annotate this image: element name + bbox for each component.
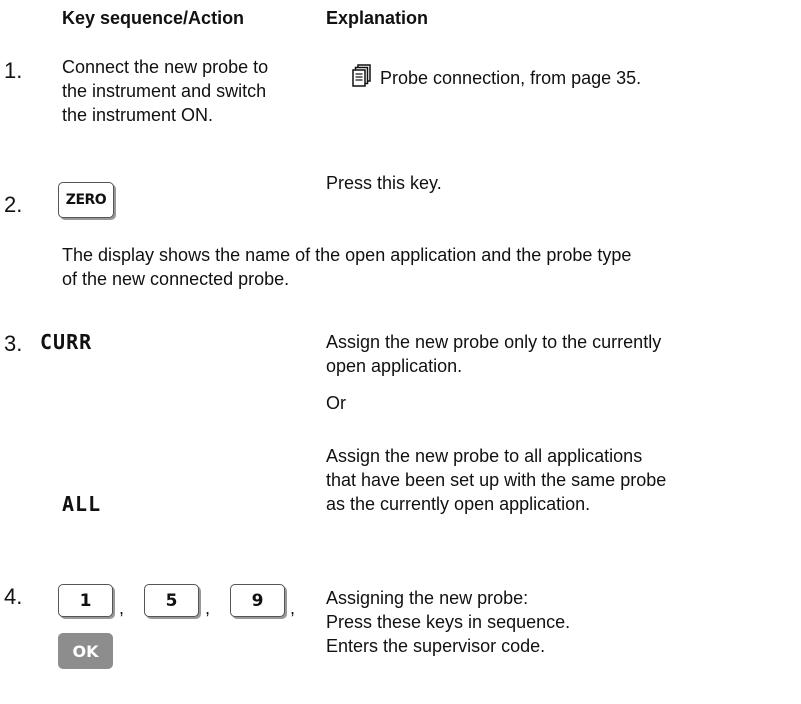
ok-key[interactable]: OK — [58, 633, 113, 669]
step-number: 1. — [4, 58, 23, 83]
key-separator: , — [119, 598, 125, 618]
display-all: ALL — [62, 492, 102, 516]
step-2-explanation: Press this key. — [326, 173, 442, 193]
book-reference-icon — [352, 64, 372, 93]
key-5[interactable]: 5 — [144, 584, 199, 617]
key-1[interactable]: 1 — [58, 584, 113, 617]
step-3-explanation-curr: Assign the new probe only to the current… — [326, 332, 662, 376]
step-4-explanation: Assigning the new probe: Press these key… — [326, 588, 571, 656]
key-separator: , — [290, 598, 296, 618]
step-number: 3. — [4, 331, 23, 356]
step-number: 4. — [4, 584, 23, 609]
header-explanation: Explanation — [326, 8, 429, 28]
key-separator: , — [205, 598, 211, 618]
step-1-action: Connect the new probe to the instrument … — [62, 57, 269, 125]
display-curr: CURR — [40, 330, 93, 354]
zero-key[interactable]: ZERO — [58, 182, 114, 218]
step-2-note: The display shows the name of the open a… — [62, 245, 632, 289]
step-3-explanation-all: Assign the new probe to all applications… — [326, 446, 667, 514]
or-label: Or — [326, 393, 346, 413]
step-number: 2. — [4, 192, 23, 217]
step-1-explanation: Probe connection, from page 35. — [380, 68, 642, 88]
header-key-sequence: Key sequence/Action — [62, 8, 245, 28]
key-9[interactable]: 9 — [230, 584, 285, 617]
